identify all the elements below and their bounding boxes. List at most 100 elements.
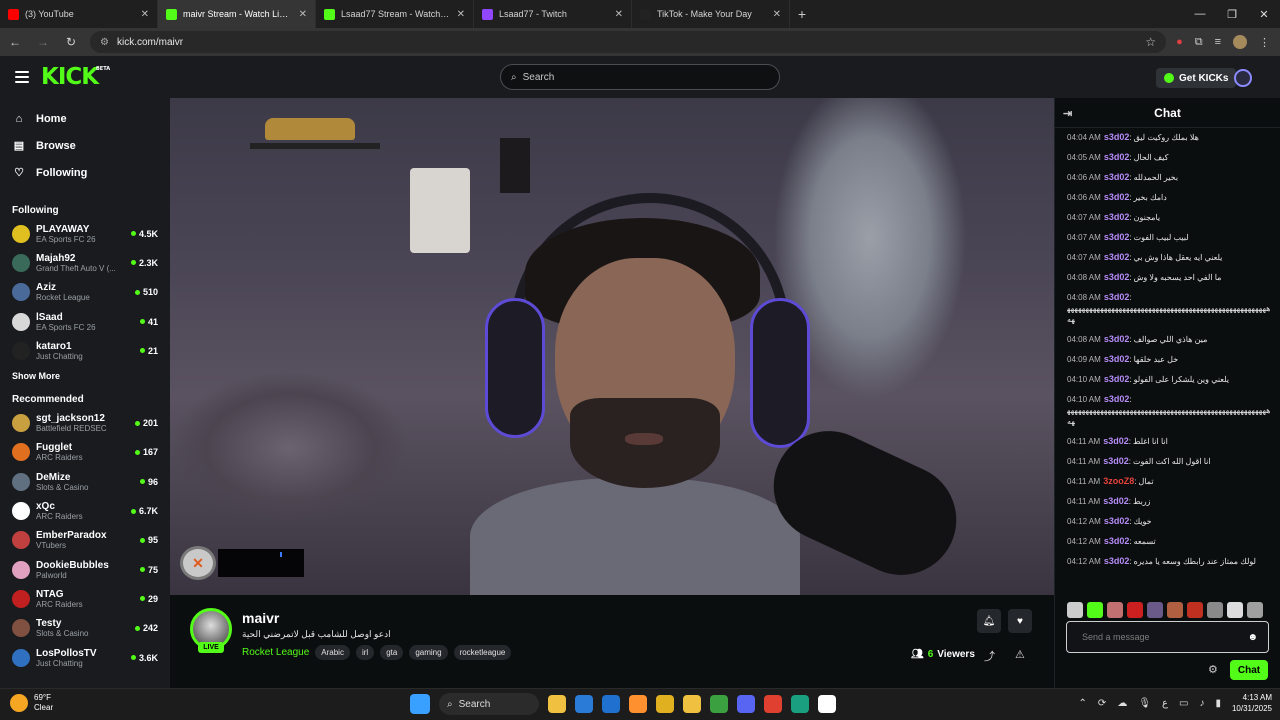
chat-settings-icon[interactable]: ⚙ [1208,663,1218,676]
channel-item[interactable]: DeMize Slots & Casino 96 [0,467,170,496]
chat-username[interactable]: s3d02 [1104,272,1130,282]
emote-icon[interactable] [1207,602,1223,618]
channel-item[interactable]: Fugglet ARC Raiders 167 [0,438,170,467]
taskbar-app-icon[interactable] [575,695,593,713]
stream-tag[interactable]: irl [355,645,375,660]
emote-icon[interactable] [1087,602,1103,618]
system-clock[interactable]: 4:13 AM 10/31/2025 [1232,692,1272,714]
video-player[interactable] [170,98,1054,595]
chat-username[interactable]: s3d02 [1104,232,1130,242]
user-menu-avatar[interactable] [1234,69,1252,87]
taskbar-app-icon[interactable] [710,695,728,713]
taskbar-app-icon[interactable] [656,695,674,713]
emote-icon[interactable] [1147,602,1163,618]
taskbar-app-icon[interactable] [683,695,701,713]
stream-tag[interactable]: gta [380,645,404,660]
chat-username[interactable]: s3d02 [1104,172,1130,182]
channel-item[interactable]: kataro1 Just Chatting 21 [0,336,170,365]
tab-close-icon[interactable]: ✕ [299,9,307,20]
stream-tag[interactable]: gaming [409,645,448,660]
channel-item[interactable]: Aziz Rocket League 510 [0,278,170,307]
browser-tab[interactable]: Lsaad77 Stream - Watch Live on Kick ✕ [316,0,474,28]
chat-username[interactable]: s3d02 [1104,292,1130,302]
tray-mic-icon[interactable]: 🎙︎ [1138,698,1151,709]
chat-username[interactable]: s3d02 [1104,374,1130,384]
taskbar-app-icon[interactable] [764,695,782,713]
emote-icon[interactable] [1127,602,1143,618]
minimize-icon[interactable]: — [1184,0,1216,28]
tab-close-icon[interactable]: ✕ [615,9,623,20]
tray-sync-icon[interactable]: ⟳ [1098,698,1106,709]
chat-username[interactable]: s3d02 [1104,354,1130,364]
tray-volume-icon[interactable]: ♪ [1199,698,1204,709]
report-icon[interactable]: ⚠ [1015,648,1025,661]
tray-language-icon[interactable]: ع [1162,698,1168,709]
emote-icon[interactable] [1247,602,1263,618]
chat-username[interactable]: s3d02 [1104,132,1130,142]
taskbar-app-icon[interactable] [602,695,620,713]
emote-icon[interactable] [1227,602,1243,618]
browser-tab[interactable]: TikTok - Make Your Day ✕ [632,0,790,28]
reload-icon[interactable]: ↻ [62,33,80,51]
chat-username[interactable]: s3d02 [1104,536,1130,546]
profile-avatar[interactable] [1233,35,1247,49]
url-field[interactable]: ⚙ kick.com/maivr ☆ [90,31,1167,53]
chat-username[interactable]: s3d02 [1104,212,1130,222]
show-more-link[interactable]: Show More [0,365,170,387]
sidebar-nav-browse[interactable]: ▤ Browse [0,132,170,159]
bookmark-star-icon[interactable]: ☆ [1145,35,1156,49]
sidebar-nav-home[interactable]: ⌂ Home [0,105,170,132]
chat-username[interactable]: s3d02 [1104,252,1130,262]
stream-tag[interactable]: Arabic [315,645,350,660]
channel-item[interactable]: xQc ARC Raiders 6.7K [0,496,170,525]
tray-chevron-icon[interactable]: ⌃ [1079,698,1087,709]
channel-item[interactable]: sgt_jackson12 Battlefield REDSEC 201 [0,408,170,437]
browser-tab[interactable]: Lsaad77 - Twitch ✕ [474,0,632,28]
chat-username[interactable]: s3d02 [1103,496,1129,506]
chat-username[interactable]: s3d02 [1103,436,1129,446]
chat-username[interactable]: s3d02 [1104,152,1130,162]
puzzle-icon[interactable]: ⧉ [1195,36,1203,49]
windows-start-icon[interactable] [410,694,430,714]
get-kicks-button[interactable]: Get KICKs [1156,68,1237,88]
close-window-icon[interactable]: ✕ [1248,0,1280,28]
tray-monitor-icon[interactable]: ▭ [1179,698,1188,709]
chat-username[interactable]: s3d02 [1104,556,1130,566]
chat-username[interactable]: 3zooZ8 [1103,476,1134,486]
chat-username[interactable]: s3d02 [1104,394,1130,404]
taskbar-app-icon[interactable] [629,695,647,713]
back-icon[interactable]: ← [6,33,24,51]
new-tab-icon[interactable]: + [790,0,814,28]
emote-icon[interactable] [1187,602,1203,618]
channel-item[interactable]: DookieBubbles Palworld 75 [0,555,170,584]
search-input[interactable]: ⌕ Search [500,64,780,90]
channel-item[interactable]: NTAG ARC Raiders 29 [0,584,170,613]
channel-item[interactable]: Testy Slots & Casino 242 [0,614,170,643]
taskbar-app-icon[interactable] [791,695,809,713]
hamburger-menu-icon[interactable] [15,71,29,83]
channel-item[interactable]: PLAYAWAY EA Sports FC 26 4.5K [0,219,170,248]
forward-icon[interactable]: → [34,33,52,51]
weather-widget[interactable]: 69°F Clear [10,693,53,713]
site-info-icon[interactable]: ⚙ [100,37,109,48]
browser-tab[interactable]: maivr Stream - Watch Live on Kick ✕ [158,0,316,28]
streamer-name[interactable]: maivr [242,610,279,626]
emote-icon[interactable] [1107,602,1123,618]
stream-tag[interactable]: rocketleague [453,645,512,660]
send-chat-button[interactable]: Chat [1230,660,1268,680]
tray-cloud-icon[interactable]: ☁ [1117,698,1127,709]
channel-item[interactable]: LosPollosTV Just Chatting 3.6K [0,643,170,672]
emote-icon[interactable] [1167,602,1183,618]
tab-close-icon[interactable]: ✕ [457,9,465,20]
tab-close-icon[interactable]: ✕ [141,9,149,20]
stream-category[interactable]: Rocket League [242,647,309,658]
extension-icon[interactable]: ● [1176,36,1183,48]
browser-tab[interactable]: (3) YouTube ✕ [0,0,158,28]
taskbar-app-icon[interactable] [548,695,566,713]
collapse-chat-icon[interactable]: ⇥ [1063,107,1072,120]
channel-item[interactable]: lSaad EA Sports FC 26 41 [0,307,170,336]
media-control-icon[interactable]: ≡ [1215,36,1221,48]
maximize-icon[interactable]: ❐ [1216,0,1248,28]
chat-username[interactable]: s3d02 [1104,334,1130,344]
sidebar-nav-following[interactable]: ♡ Following [0,159,170,186]
